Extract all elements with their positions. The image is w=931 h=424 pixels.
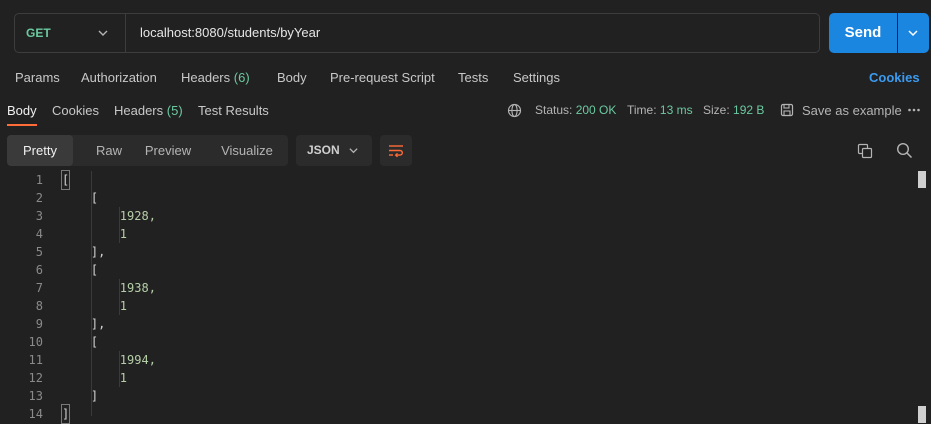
method-select[interactable]: GET <box>26 14 51 52</box>
send-options-button[interactable] <box>898 13 929 53</box>
format-select[interactable]: JSON <box>296 135 372 166</box>
code-text: [ <box>60 170 71 190</box>
line-number: 8 <box>35 299 43 313</box>
tab-pre-request-script[interactable]: Pre-request Script <box>330 70 435 85</box>
headers-count: (5) <box>166 103 183 118</box>
line-number: 7 <box>35 281 43 295</box>
url-bar: GET localhost:8080/students/byYear <box>14 13 820 53</box>
tab-settings[interactable]: Settings <box>513 70 560 85</box>
scrollbar-thumb[interactable] <box>918 171 926 188</box>
tab-label: Authorization <box>81 70 157 85</box>
tab-label: Settings <box>513 70 560 85</box>
view-mode-toggle: Pretty Raw Preview Visualize <box>7 135 288 166</box>
cookies-link[interactable]: Cookies <box>869 70 920 85</box>
code-text: 1938, <box>62 281 156 295</box>
tab-label: Params <box>15 70 60 85</box>
chevron-down-icon[interactable] <box>97 27 109 39</box>
response-tab-body[interactable]: Body <box>7 103 37 118</box>
time-value: 13 ms <box>659 103 693 117</box>
code-text: [ <box>62 335 99 349</box>
code-text: ] <box>60 404 71 424</box>
line-number: 2 <box>35 191 43 205</box>
code-text: ], <box>62 245 106 259</box>
line-number: 5 <box>35 245 43 259</box>
time-info[interactable]: Time: 13 ms <box>627 103 693 117</box>
tab-label: Pre-request Script <box>330 70 435 85</box>
line-number: 6 <box>35 263 43 277</box>
size-info[interactable]: Size: 192 B <box>703 103 764 117</box>
url-input[interactable]: localhost:8080/students/byYear <box>140 14 320 52</box>
code-text: 1 <box>62 299 128 313</box>
copy-icon[interactable] <box>857 143 873 159</box>
status-label: Status: <box>535 103 573 117</box>
view-pretty-button[interactable]: Pretty <box>7 135 73 166</box>
status-info[interactable]: Status: 200 OK <box>535 103 616 117</box>
url-divider <box>125 14 126 52</box>
code-text: [ <box>62 263 99 277</box>
tab-label: Test Results <box>198 103 269 118</box>
code-text: ], <box>62 317 106 331</box>
line-number: 4 <box>35 227 43 241</box>
tab-tests[interactable]: Tests <box>458 70 488 85</box>
response-body-editor[interactable]: 1[ 2 [ 3 1928, 4 1 5 ], 6 [ 7 1938, 8 1 … <box>0 170 915 424</box>
tab-label: Body <box>277 70 307 85</box>
view-preview-button[interactable]: Preview <box>137 135 199 166</box>
send-button[interactable]: Send <box>829 13 897 53</box>
tab-label: Headers <box>114 103 164 118</box>
globe-icon[interactable] <box>507 103 522 118</box>
format-label: JSON <box>307 143 340 157</box>
code-text: [ <box>62 191 99 205</box>
chevron-down-icon <box>908 30 918 37</box>
code-text: 1994, <box>62 353 156 367</box>
time-label: Time: <box>627 103 657 117</box>
active-tab-indicator <box>7 124 37 126</box>
code-text: 1 <box>62 371 128 385</box>
line-number: 3 <box>35 209 43 223</box>
line-number: 10 <box>28 335 43 349</box>
code-text: ] <box>62 389 99 403</box>
code-text: 1 <box>62 227 128 241</box>
line-number: 1 <box>35 173 43 187</box>
line-number: 12 <box>28 371 43 385</box>
tab-params[interactable]: Params <box>15 70 60 85</box>
chevron-down-icon <box>349 148 358 154</box>
save-as-example-button[interactable]: Save as example <box>802 103 902 118</box>
view-raw-button[interactable]: Raw <box>83 135 135 166</box>
response-tab-test-results[interactable]: Test Results <box>198 103 269 118</box>
tab-body[interactable]: Body <box>277 70 307 85</box>
headers-count: (6) <box>233 70 250 85</box>
tab-authorization[interactable]: Authorization <box>81 70 157 85</box>
line-number: 9 <box>35 317 43 331</box>
response-tab-cookies[interactable]: Cookies <box>52 103 99 118</box>
size-value: 192 B <box>733 103 765 117</box>
more-options-icon[interactable] <box>907 104 921 116</box>
code-text: 1928, <box>62 209 156 223</box>
line-number: 14 <box>28 407 43 421</box>
tab-label: Cookies <box>52 103 99 118</box>
line-number: 13 <box>28 389 43 403</box>
tab-label: Tests <box>458 70 489 85</box>
view-visualize-button[interactable]: Visualize <box>215 135 279 166</box>
wrap-lines-button[interactable] <box>380 135 412 166</box>
save-icon <box>780 103 794 117</box>
wrap-icon <box>389 145 403 158</box>
response-tab-headers[interactable]: Headers (5) <box>114 103 183 118</box>
line-number: 11 <box>28 353 43 367</box>
search-icon[interactable] <box>896 142 913 159</box>
tab-headers[interactable]: Headers (6) <box>181 70 250 85</box>
scrollbar-marker[interactable] <box>918 406 926 423</box>
tab-label: Body <box>7 103 37 118</box>
status-value: 200 OK <box>575 103 617 117</box>
tab-label: Headers <box>181 70 231 85</box>
size-label: Size: <box>703 103 730 117</box>
